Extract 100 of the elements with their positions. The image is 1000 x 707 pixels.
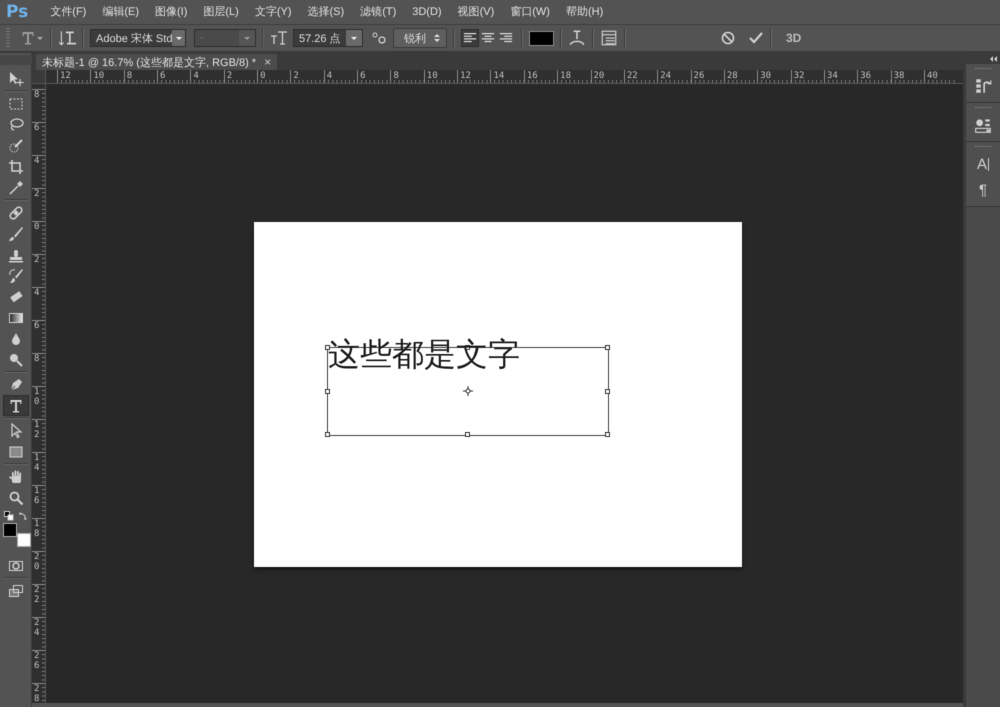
ruler-label: 2: [34, 190, 40, 200]
background-color-swatch[interactable]: [16, 533, 30, 547]
font-size-icon: [270, 30, 288, 46]
ruler-label: 28: [34, 685, 40, 703]
resize-handle[interactable]: [605, 388, 610, 394]
close-tab-button[interactable]: ×: [264, 56, 272, 68]
menu-item[interactable]: 图层(L): [195, 0, 247, 24]
ruler-label: 4: [326, 70, 334, 82]
ruler-label: 10: [34, 388, 40, 408]
resize-handle[interactable]: [325, 432, 330, 437]
resize-handle[interactable]: [605, 432, 610, 437]
ruler-label: 22: [626, 70, 639, 82]
ruler-label: 38: [894, 70, 906, 82]
resize-handle[interactable]: [325, 388, 330, 394]
commit-check-icon[interactable]: [748, 30, 764, 46]
ruler-label: 0: [260, 70, 266, 82]
ruler-label: 2: [34, 256, 40, 266]
document-tab[interactable]: 未标题-1 @ 16.7% (这些都是文字, RGB/8) * ×: [36, 54, 278, 70]
menu-item[interactable]: 帮助(H): [558, 0, 612, 24]
ruler-label: 12: [460, 70, 472, 82]
cancel-icon[interactable]: [720, 30, 736, 46]
dodge-icon: [8, 352, 24, 368]
eraser-icon: [8, 288, 24, 304]
ruler-label: 0: [34, 223, 40, 233]
menu-item[interactable]: 文字(Y): [246, 0, 300, 24]
collapse-icon[interactable]: [989, 56, 997, 62]
caret-icon: [350, 34, 358, 42]
eyedropper-icon: [8, 180, 24, 196]
ruler-label: 14: [34, 454, 40, 474]
quick-select-icon: [8, 138, 24, 154]
ruler-label: 26: [34, 652, 40, 672]
swap-colors-icon[interactable]: [18, 511, 28, 521]
brush-icon: [8, 226, 24, 242]
tool-preset-picker[interactable]: [20, 30, 44, 46]
default-colors-icon[interactable]: [4, 511, 14, 521]
warp-text-icon[interactable]: [568, 29, 586, 47]
ruler-label: 24: [660, 70, 672, 82]
ruler-label: 6: [34, 124, 40, 134]
resize-handle[interactable]: [465, 432, 470, 437]
caret-icon: [174, 34, 183, 42]
ruler-label: 8: [126, 70, 134, 82]
menu-item[interactable]: 窗口(W): [502, 0, 558, 24]
align-right-icon: [499, 31, 513, 45]
history-panel-icon: [974, 77, 992, 95]
ruler-label: 8: [393, 70, 400, 82]
rectangle-icon: [8, 444, 24, 460]
bandage-icon: [8, 204, 24, 220]
toolbar-grip[interactable]: [0, 55, 32, 65]
ruler-label: 34: [826, 70, 839, 82]
menu-item[interactable]: 选择(S): [300, 0, 352, 24]
history-brush-icon: [8, 268, 24, 284]
menu-item[interactable]: 视图(V): [450, 0, 502, 24]
type-icon: [8, 398, 24, 414]
menu-item[interactable]: 滤镜(T): [352, 0, 404, 24]
ruler-label: 10: [93, 70, 106, 82]
menu-item[interactable]: 3D(D): [404, 0, 450, 24]
character-panel-button[interactable]: A: [972, 154, 994, 174]
up-down-caret-icon: [434, 33, 440, 43]
ruler-label: 16: [34, 487, 40, 507]
3d-button[interactable]: 3D: [786, 31, 802, 45]
panels-toggle-icon[interactable]: [600, 29, 618, 47]
align-left-button[interactable]: [461, 29, 479, 47]
ruler-label: 22: [34, 586, 40, 606]
move-icon: [8, 70, 24, 86]
ruler-label: 12: [34, 421, 40, 441]
ruler-label: 32: [794, 70, 806, 82]
crop-icon: [8, 158, 24, 174]
anti-alias-icon: [371, 30, 387, 46]
menu-item[interactable]: 文件(F): [42, 0, 94, 24]
zoom-icon: [8, 490, 24, 506]
text-orientation-icon[interactable]: [58, 29, 76, 47]
font-family-dropdown[interactable]: Adobe 宋体 Std: [90, 29, 186, 47]
foreground-color-swatch[interactable]: [2, 523, 16, 537]
lasso-icon: [8, 116, 24, 132]
ruler-label: 20: [594, 70, 606, 82]
document-tab-title: 未标题-1 @ 16.7% (这些都是文字, RGB/8) *: [42, 56, 256, 70]
menu-item[interactable]: 编辑(E): [94, 0, 147, 24]
tool-button[interactable]: [2, 395, 28, 416]
paragraph-panel-button[interactable]: ¶: [972, 180, 994, 200]
resize-handle[interactable]: [605, 345, 610, 350]
ruler-label: 30: [760, 70, 772, 82]
reference-point-icon: [463, 386, 473, 396]
ruler-label: 16: [526, 70, 539, 82]
ruler-label: 8: [34, 91, 40, 101]
ruler-label: 24: [34, 619, 40, 639]
anti-alias-dropdown[interactable]: 锐利: [393, 28, 447, 48]
ruler-label: 10: [426, 70, 439, 82]
text-color-swatch[interactable]: [529, 30, 554, 46]
app-logo: Ps: [6, 2, 28, 22]
menu-item[interactable]: 图像(I): [147, 0, 196, 24]
ruler-label: 4: [193, 70, 200, 82]
align-center-icon: [481, 31, 495, 45]
ruler-label: 18: [34, 520, 40, 540]
ruler-label: 6: [34, 322, 40, 332]
marquee-icon: [8, 96, 24, 112]
ruler-label: 20: [34, 553, 40, 573]
ruler-label: 4: [34, 289, 40, 299]
font-size-field[interactable]: 57.26 点: [293, 29, 363, 47]
ruler-label: 18: [560, 70, 572, 82]
ruler-label: 28: [726, 70, 739, 82]
